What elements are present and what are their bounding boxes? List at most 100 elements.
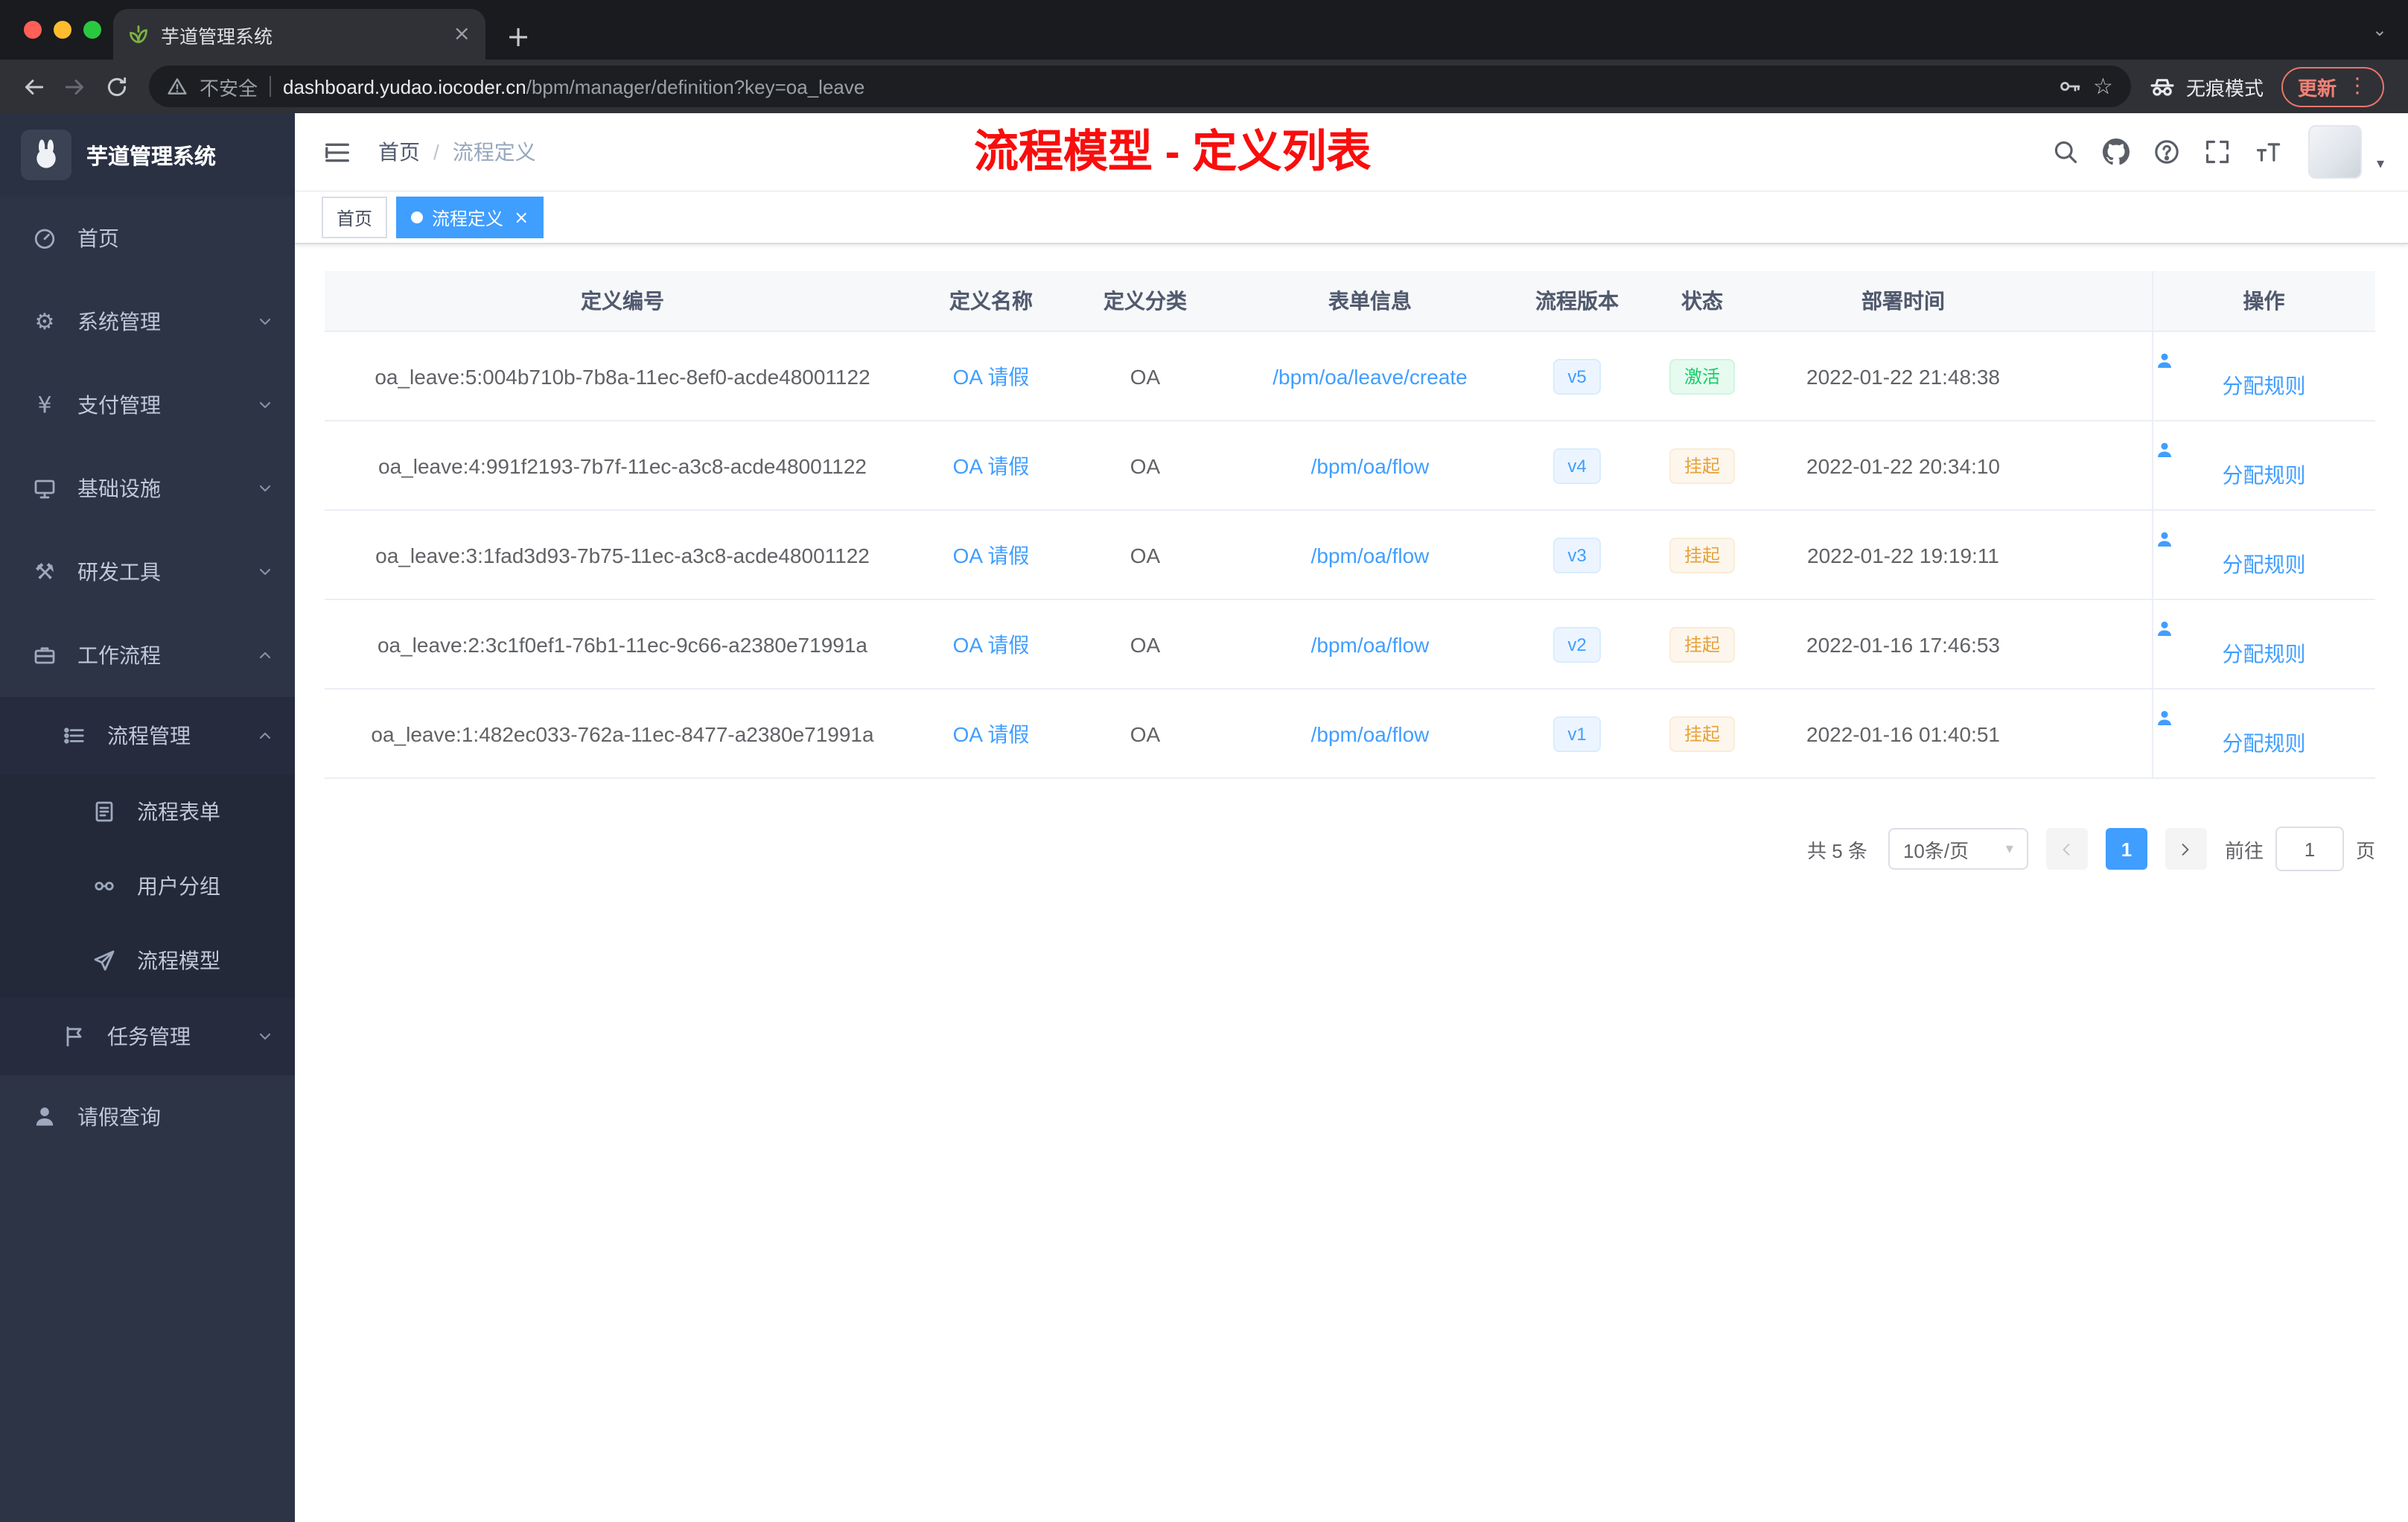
sidebar-item-user-group[interactable]: 用户分组 — [0, 849, 295, 923]
tab-search-caret-icon[interactable]: ⌄ — [2372, 19, 2387, 40]
pagination: 共 5 条 10条/页 ▾ 1 前往 页 — [325, 827, 2375, 871]
breadcrumb-home[interactable]: 首页 — [378, 137, 420, 167]
cell-definition-name[interactable]: OA 请假 — [920, 510, 1062, 600]
fullscreen-icon[interactable] — [2198, 133, 2237, 171]
cell-form-info[interactable]: /bpm/oa/leave/create — [1229, 331, 1512, 421]
reload-button[interactable] — [95, 66, 137, 107]
table-header-row: 定义编号 定义名称 定义分类 表单信息 流程版本 状态 部署时间 操作 — [325, 271, 2375, 332]
main-area: 首页 / 流程定义 流程模型 - 定义列表 ▾ 首页 流程定义 × 定义编号 定… — [295, 113, 2408, 1522]
prev-page-button[interactable] — [2045, 828, 2088, 870]
assign-rule-link: 分配规则 — [2154, 351, 2374, 398]
cell-definition-name[interactable]: OA 请假 — [920, 689, 1062, 779]
sidebar-item-devtools[interactable]: ⚒ 研发工具 — [0, 530, 295, 614]
column-header: 操作 — [2151, 271, 2375, 332]
assign-rule-link: 分配规则 — [2154, 530, 2374, 576]
current-page-button[interactable]: 1 — [2105, 828, 2147, 870]
browser-toolbar: 不安全 dashboard.yudao.iocoder.cn/bpm/manag… — [0, 60, 2408, 113]
cell-form-info[interactable]: /bpm/oa/flow — [1229, 510, 1512, 600]
omnibox-divider — [270, 76, 272, 97]
security-label[interactable]: 不安全 — [200, 72, 258, 101]
status-badge: 挂起 — [1669, 537, 1735, 573]
help-icon[interactable] — [2147, 133, 2186, 171]
next-page-button[interactable] — [2165, 828, 2207, 870]
sidebar-item-leave-query[interactable]: 请假查询 — [0, 1075, 295, 1159]
url-path: /bpm/manager/definition?key=oa_leave — [526, 75, 865, 98]
not-secure-warning-icon[interactable] — [167, 76, 188, 97]
column-header: 定义名称 — [920, 271, 1062, 332]
column-header: 状态 — [1643, 271, 1762, 332]
cell-category: OA — [1062, 421, 1229, 511]
browser-tab[interactable]: 芋道管理系统 × — [113, 9, 485, 60]
password-key-icon[interactable] — [2057, 74, 2081, 98]
cell-actions[interactable]: 分配规则 — [2151, 599, 2375, 690]
back-button[interactable] — [12, 66, 54, 107]
window-close-button[interactable] — [24, 21, 42, 39]
chevron-down-icon — [256, 480, 274, 497]
chrome-update-button[interactable]: 更新 ⋮ — [2281, 66, 2384, 106]
forward-button[interactable] — [54, 66, 95, 107]
tag-home[interactable]: 首页 — [322, 197, 388, 238]
avatar-caret-icon[interactable]: ▾ — [2377, 156, 2384, 173]
url-text[interactable]: dashboard.yudao.iocoder.cn/bpm/manager/d… — [283, 75, 864, 98]
cell-definition-name[interactable]: OA 请假 — [920, 421, 1062, 511]
cell-actions[interactable]: 分配规则 — [2151, 689, 2375, 779]
cell-filler — [2045, 510, 2152, 600]
tab-close-icon[interactable]: × — [453, 24, 471, 45]
sidebar-item-payment[interactable]: ¥ 支付管理 — [0, 363, 295, 447]
sidebar-item-process-model[interactable]: 流程模型 — [0, 923, 295, 998]
cell-actions[interactable]: 分配规则 — [2151, 510, 2375, 600]
new-tab-button[interactable]: + — [497, 15, 539, 60]
cell-definition-id: oa_leave:1:482ec033-762a-11ec-8477-a2380… — [325, 689, 920, 779]
cell-filler — [2045, 599, 2152, 690]
cell-form-info[interactable]: /bpm/oa/flow — [1229, 599, 1512, 690]
font-size-icon[interactable] — [2249, 133, 2287, 171]
cell-category: OA — [1062, 599, 1229, 690]
sidebar-item-home[interactable]: 首页 — [0, 197, 295, 280]
sidebar-item-system[interactable]: ⚙ 系统管理 — [0, 280, 295, 363]
sidebar-item-process-form[interactable]: 流程表单 — [0, 774, 295, 849]
assign-rule-link: 分配规则 — [2154, 441, 2374, 487]
cell-filler — [2045, 331, 2152, 421]
pagination-total: 共 5 条 — [1807, 839, 1867, 862]
bookmark-star-icon[interactable]: ☆ — [2093, 74, 2113, 98]
github-icon[interactable] — [2097, 133, 2135, 171]
window-minimize-button[interactable] — [54, 21, 71, 39]
cell-actions[interactable]: 分配规则 — [2151, 331, 2375, 421]
tag-process-definition[interactable]: 流程定义 × — [396, 197, 544, 238]
sidebar-item-process-mgmt[interactable]: 流程管理 — [0, 697, 295, 774]
cell-actions[interactable]: 分配规则 — [2151, 421, 2375, 511]
address-bar[interactable]: 不安全 dashboard.yudao.iocoder.cn/bpm/manag… — [149, 66, 2131, 107]
sidebar-toggle-icon[interactable] — [319, 134, 354, 170]
assign-rule-link: 分配规则 — [2154, 620, 2374, 666]
goto-page-input[interactable] — [2275, 827, 2344, 871]
app-title: 芋道管理系统 — [86, 145, 216, 169]
cell-version: v4 — [1512, 421, 1643, 511]
page-content: 定义编号 定义名称 定义分类 表单信息 流程版本 状态 部署时间 操作 oa_leave:5:… — [295, 244, 2408, 1522]
cell-definition-name[interactable]: OA 请假 — [920, 331, 1062, 421]
cell-category: OA — [1062, 689, 1229, 779]
page-annotation-title: 流程模型 - 定义列表 — [974, 128, 1372, 177]
cell-form-info[interactable]: /bpm/oa/flow — [1229, 689, 1512, 779]
browser-menu-dots-icon[interactable]: ⋮ — [2347, 74, 2368, 98]
cell-status: 挂起 — [1643, 689, 1762, 779]
search-icon[interactable] — [2046, 133, 2085, 171]
cell-definition-name[interactable]: OA 请假 — [920, 599, 1062, 690]
page-size-select[interactable]: 10条/页 ▾ — [1888, 828, 2028, 870]
cell-version: v5 — [1512, 331, 1643, 421]
chevron-down-icon — [256, 396, 274, 414]
app-logo[interactable]: 芋道管理系统 — [0, 113, 295, 197]
cell-definition-id: oa_leave:2:3c1f0ef1-76b1-11ec-9c66-a2380… — [325, 599, 920, 690]
briefcase-icon — [30, 643, 60, 667]
macos-traffic-lights — [24, 21, 101, 39]
sidebar-item-task-mgmt[interactable]: 任务管理 — [0, 998, 295, 1075]
cell-form-info[interactable]: /bpm/oa/flow — [1229, 421, 1512, 511]
sidebar-item-workflow[interactable]: 工作流程 — [0, 614, 295, 697]
window-zoom-button[interactable] — [83, 21, 101, 39]
tags-view-bar: 首页 流程定义 × — [295, 191, 2408, 244]
user-avatar[interactable] — [2307, 125, 2362, 179]
breadcrumb-separator: / — [433, 140, 439, 164]
tag-close-icon[interactable]: × — [514, 208, 529, 226]
sidebar-item-infra[interactable]: 基础设施 — [0, 447, 295, 530]
chevron-up-icon — [256, 727, 274, 745]
breadcrumb-current: 流程定义 — [452, 140, 536, 164]
